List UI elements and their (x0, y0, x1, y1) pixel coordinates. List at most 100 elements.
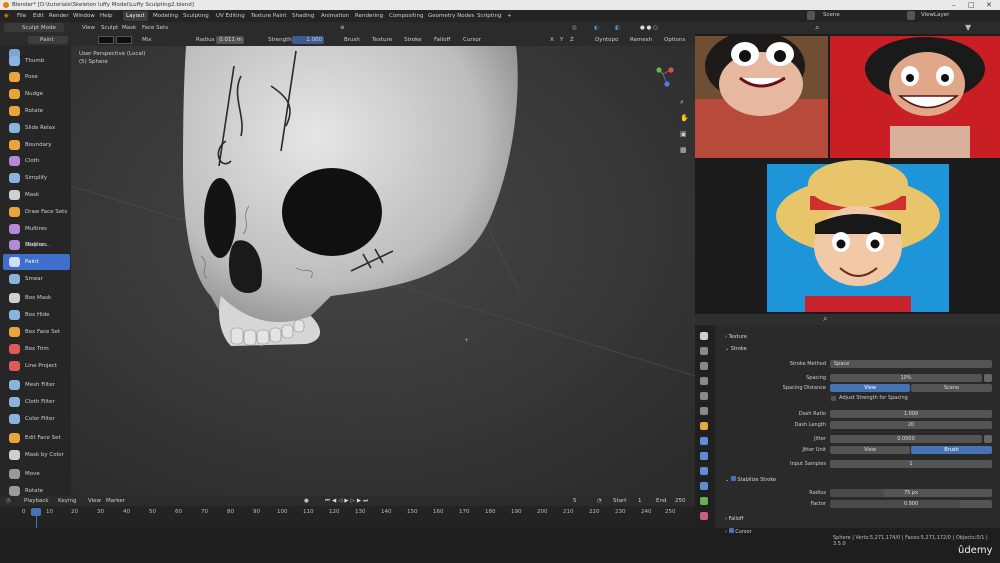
material-tab-icon[interactable] (700, 512, 708, 520)
menu-face-sets[interactable]: Face Sets (142, 22, 168, 34)
3d-viewport[interactable]: + (71, 46, 695, 496)
tool-box-mask[interactable]: Box Mask (3, 290, 70, 306)
menu-render[interactable]: Render (49, 10, 69, 22)
menu-falloff[interactable]: Falloff (434, 34, 450, 46)
tool-mesh-filter[interactable]: Mesh Filter (3, 377, 70, 393)
scene-tab-icon[interactable] (700, 392, 708, 400)
cursor-section[interactable]: › Cursor (725, 528, 752, 535)
current-frame-field[interactable]: 5 (573, 496, 577, 506)
tab-texture-paint[interactable]: Texture Paint (248, 11, 290, 21)
tool-paint[interactable]: Paint (3, 254, 70, 270)
tool-slide-relax[interactable]: Slide Relax (3, 120, 70, 136)
constraints-tab-icon[interactable] (700, 482, 708, 490)
blender-menu-icon[interactable]: ◉ (4, 10, 9, 22)
jitter-field[interactable]: 0.0000 (830, 435, 982, 443)
xray-icon[interactable]: ◧ (615, 22, 620, 34)
timeline-editor-icon[interactable]: ◷ (6, 496, 11, 506)
visibility-icon[interactable]: ◎ (572, 22, 577, 34)
menu-view[interactable]: View (82, 22, 95, 34)
tab-uv-editing[interactable]: UV Editing (213, 11, 248, 21)
minimize-icon[interactable]: – (952, 0, 956, 10)
tool-thumb[interactable]: Thumb (3, 53, 70, 69)
view-layer-icon[interactable] (907, 11, 915, 20)
menu-cursor[interactable]: Cursor (463, 34, 481, 46)
view-layer-selector[interactable]: ViewLayer (921, 12, 949, 18)
stabilize-stroke-section[interactable]: ⌄ Stabilize Stroke (725, 476, 776, 483)
menu-window[interactable]: Window (73, 10, 95, 22)
tool-move[interactable]: Move (3, 466, 70, 482)
menu-sculpt[interactable]: Sculpt (101, 22, 118, 34)
playback-controls-icon[interactable]: ⏮◀◁▶▷▶⏭ (325, 496, 370, 506)
scene-icon[interactable] (807, 11, 815, 20)
texture-section[interactable]: › Texture (725, 334, 747, 340)
stabilize-factor-field[interactable]: 0.900 (830, 500, 992, 508)
menu-timeline-view[interactable]: View (88, 496, 101, 506)
menu-brush[interactable]: Brush (344, 34, 360, 46)
tool-nudge[interactable]: Nudge (3, 86, 70, 102)
tool-mask[interactable]: Mask (3, 187, 70, 203)
tab-modeling[interactable]: Modeling (150, 11, 181, 21)
blend-mode-selector[interactable]: Mix (142, 34, 152, 46)
stabilize-radius-field[interactable]: 75 px (830, 489, 992, 497)
dash-length-field[interactable]: 20 (830, 421, 992, 429)
tool-draw-face-sets[interactable]: Draw Face Sets (3, 204, 70, 220)
falloff-section[interactable]: › Falloff (725, 516, 743, 522)
tab-compositing[interactable]: Compositing (386, 11, 426, 21)
jitter-unit-brush[interactable]: Brush (911, 446, 992, 454)
jitter-unit-view[interactable]: View (830, 446, 910, 454)
radius-field[interactable]: 0.011 m (216, 36, 244, 44)
tab-animation[interactable]: Animation (318, 11, 352, 21)
spacing-distance-view[interactable]: View (830, 384, 910, 392)
tool-rotate-brush[interactable]: Rotate (3, 103, 70, 119)
tool-multires-displacement-smear[interactable]: Multires Displac... (3, 237, 70, 264)
add-workspace-icon[interactable]: + (504, 11, 515, 21)
tool-cloth-filter[interactable]: Cloth Filter (3, 394, 70, 410)
end-frame-field[interactable]: 250 (675, 496, 686, 506)
world-tab-icon[interactable] (700, 407, 708, 415)
tab-shading[interactable]: Shading (289, 11, 317, 21)
menu-keying[interactable]: Keying (58, 496, 76, 506)
tab-geometry-nodes[interactable]: Geometry Nodes (425, 11, 477, 21)
scene-selector[interactable]: Scene (823, 12, 840, 18)
tool-multires-displacement-eraser[interactable]: Multires Displac... (3, 221, 70, 248)
close-icon[interactable]: ✕ (986, 0, 992, 10)
shading-solid-icon[interactable]: ● ● ○ (640, 22, 658, 34)
spacing-field[interactable]: 10% (830, 374, 982, 382)
options-menu[interactable]: Options (664, 34, 685, 46)
menu-texture[interactable]: Texture (372, 34, 392, 46)
color-swatch-secondary[interactable] (116, 36, 132, 44)
properties-search-icon[interactable]: ⌕ (823, 314, 827, 324)
data-tab-icon[interactable] (700, 497, 708, 505)
output-tab-icon[interactable] (700, 362, 708, 370)
tab-sculpting[interactable]: Sculpting (180, 11, 212, 21)
pressure-toggle-icon[interactable] (984, 374, 992, 382)
start-frame-field[interactable]: 1 (638, 496, 642, 506)
color-swatch-primary[interactable] (98, 36, 114, 44)
keyframe-icon[interactable]: ● (304, 496, 309, 506)
playhead[interactable] (31, 508, 41, 516)
search-icon[interactable]: ⌕ (815, 23, 819, 33)
tool-mask-by-color[interactable]: Mask by Color (3, 447, 70, 463)
adjust-strength-checkbox[interactable] (831, 396, 836, 401)
tool-simplify[interactable]: Simplify (3, 170, 70, 186)
tool-box-face-set[interactable]: Box Face Set (3, 324, 70, 340)
menu-stroke[interactable]: Stroke (404, 34, 422, 46)
tool-box-trim[interactable]: Box Trim (3, 341, 70, 357)
menu-edit[interactable]: Edit (33, 10, 44, 22)
particles-tab-icon[interactable] (700, 452, 708, 460)
tab-rendering[interactable]: Rendering (352, 11, 386, 21)
tool-tab-icon[interactable] (700, 332, 708, 340)
zoom-icon[interactable]: ⌕ (680, 94, 689, 110)
symmetry-z-toggle[interactable]: Z (570, 34, 574, 46)
skull-model[interactable]: + (71, 46, 695, 496)
tool-edit-face-set[interactable]: Edit Face Set (3, 430, 70, 446)
object-tab-icon[interactable] (700, 422, 708, 430)
input-samples-field[interactable]: 1 (830, 460, 992, 468)
dyntopo-menu[interactable]: Dyntopo (595, 34, 618, 46)
tab-layout[interactable]: Layout (123, 11, 148, 21)
menu-mask[interactable]: Mask (122, 22, 136, 34)
overlay-icon[interactable]: ◐ (594, 22, 599, 34)
tool-pose[interactable]: Pose (3, 69, 70, 85)
camera-icon[interactable]: ▣ (680, 126, 689, 142)
render-tab-icon[interactable] (700, 347, 708, 355)
